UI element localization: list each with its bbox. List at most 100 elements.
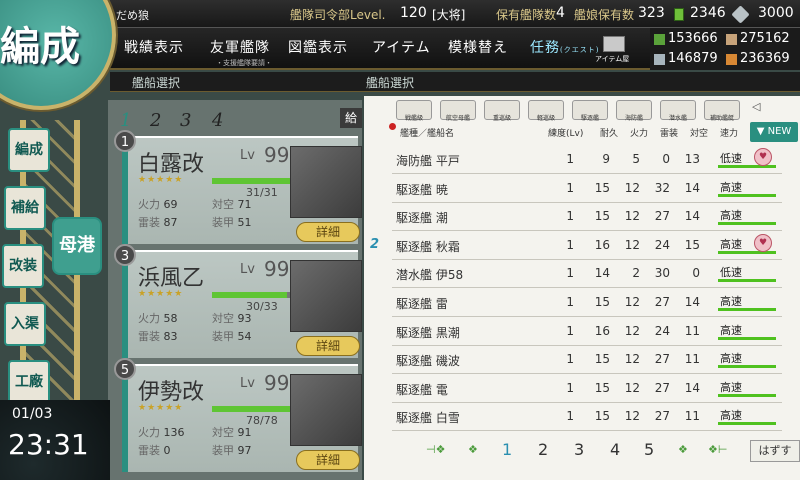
home-port-button[interactable]: 母港 (52, 217, 102, 275)
nav-remodel[interactable]: 改装 (2, 244, 44, 288)
menu-record[interactable]: 戦績表示 (124, 37, 184, 57)
header-hp: 耐久 (600, 129, 619, 139)
menu-friend-fleet[interactable]: 友軍艦隊 (210, 37, 270, 57)
bucket-count: 2346 (690, 5, 726, 21)
speed-bar (718, 393, 776, 397)
detail-button[interactable]: 詳細 (296, 336, 360, 356)
ship-row[interactable]: 駆逐艦 黒潮 1 16 12 24 11 高速 (392, 318, 782, 346)
heart-lock-icon: ♥ (754, 148, 772, 166)
resource-panel: 153666 275162 146879 236369 (650, 28, 800, 70)
detail-button[interactable]: 詳細 (296, 450, 360, 470)
ship-row[interactable]: 駆逐艦 白雪 1 15 12 27 11 高速 (392, 403, 782, 432)
type-tab[interactable]: 戦艦級 (396, 100, 432, 122)
page-2[interactable]: 2 (538, 440, 548, 459)
type-tab[interactable]: 海防艦 (616, 100, 652, 122)
ship-row[interactable]: 2 駆逐艦 秋霜 1 16 12 24 15 高速 ♥ (370, 232, 782, 260)
torpedo-value: 87 (163, 216, 178, 229)
type-tab[interactable]: 航空母艦 (440, 100, 476, 122)
page-5[interactable]: 5 (644, 440, 654, 459)
level-label: Lv (240, 376, 255, 391)
ship-row-fire: 12 (624, 180, 640, 195)
type-tab[interactable]: 潜水艦 (660, 100, 696, 122)
ship-row[interactable]: 潜水艦 伊58 1 14 2 30 0 低速 (392, 260, 782, 289)
ship-row-aa: 14 (684, 180, 700, 195)
speed-bar (718, 365, 776, 369)
ship-row-hp: 15 (594, 352, 610, 367)
ship-card-1[interactable]: 1 白露改 Lv 99 ★★★★★ 31/31 火力 69 対空 71 雷装 8… (114, 130, 362, 244)
ship-row[interactable]: 駆逐艦 雷 1 15 12 27 14 高速 (392, 289, 782, 317)
ship-row[interactable]: 海防艦 平戸 1 9 5 0 13 低速 ♥ (392, 146, 782, 174)
type-tab[interactable]: 軽巡級 (528, 100, 564, 122)
next-page-icon[interactable]: ❖ (678, 443, 688, 456)
fleet-count: 4 (556, 5, 565, 21)
ship-row[interactable]: 駆逐艦 電 1 15 12 27 14 高速 (392, 375, 782, 403)
menu-furniture[interactable]: 模様替え (448, 37, 508, 57)
shipgirl-count: 323 (638, 5, 665, 21)
ship-row[interactable]: 駆逐艦 磯波 1 15 12 27 11 高速 (392, 346, 782, 375)
ship-row-lv: 1 (566, 380, 574, 395)
top-status-bar: だめ狼 艦隊司令部Level. 120 [大将] 保有艦隊数 4 艦娘保有数 3… (0, 0, 800, 28)
prev-page-icon[interactable]: ❖ (468, 443, 478, 456)
fleet-tab-1[interactable]: 1 (120, 110, 131, 131)
page-3[interactable]: 3 (574, 440, 584, 459)
ship-row-lv: 1 (566, 237, 574, 252)
ship-row-torp: 0 (662, 152, 670, 166)
type-tab[interactable]: 補助艦艇 (704, 100, 740, 122)
collapse-arrow-icon[interactable]: ◁ (752, 100, 760, 113)
menu-quest[interactable]: 任務(クエスト) (530, 37, 599, 57)
nav-organize[interactable]: 編成 (8, 128, 50, 172)
ship-stars: ★★★★★ (138, 289, 184, 299)
page-4[interactable]: 4 (610, 440, 620, 459)
menu-items[interactable]: アイテム (372, 37, 431, 57)
page-1[interactable]: 1 (502, 440, 512, 459)
supply-button[interactable]: 給 (340, 108, 362, 128)
type-tab[interactable]: 重巡級 (484, 100, 520, 122)
fleet-tab-4[interactable]: 4 (212, 110, 223, 131)
ship-row-torp: 27 (654, 295, 670, 309)
ship-row[interactable]: 駆逐艦 暁 1 15 12 32 14 高速 (392, 175, 782, 203)
fleet-tab-2[interactable]: 2 (150, 110, 161, 131)
bucket-icon (674, 8, 684, 21)
menu-encyclopedia[interactable]: 図鑑表示 (288, 37, 348, 57)
list-header: 艦種／艦船名 練度(Lv) 耐久 火力 雷装 対空 速力 (392, 124, 748, 140)
ship-row-lv: 1 (566, 352, 574, 367)
armor-stat: 装甲 51 (212, 214, 252, 230)
nav-repair[interactable]: 入渠 (4, 302, 46, 346)
ship-row-speed: 高速 (720, 409, 742, 423)
aa-value: 91 (237, 426, 252, 439)
menu-friend-fleet-sub: ・支援艦隊要請・ (216, 59, 272, 67)
steel-amount: 146879 (668, 51, 718, 66)
ship-slot-number: 1 (114, 130, 136, 152)
ship-row-lv: 1 (566, 152, 574, 166)
firepower-label: 火力 (138, 426, 160, 439)
ship-row-aa: 14 (684, 380, 700, 395)
firepower-stat: 火力 136 (138, 424, 185, 440)
first-page-icon[interactable]: ⊣❖ (426, 443, 445, 456)
nav-arsenal[interactable]: 工廠 (8, 360, 50, 404)
ship-row-torp: 27 (654, 209, 670, 224)
bauxite-amount: 236369 (740, 51, 790, 66)
ship-card-3[interactable]: 5 伊勢改 Lv 99 ★★★★★ 78/78 火力 136 対空 91 雷装 … (114, 358, 362, 472)
ship-row-name: 駆逐艦 雷 (396, 297, 448, 311)
torpedo-label: 雷装 (138, 216, 160, 229)
firepower-stat: 火力 69 (138, 196, 178, 212)
speed-bar (718, 193, 776, 197)
item-shop-button[interactable]: アイテム屋 (595, 34, 635, 64)
fleet-tab-3[interactable]: 3 (180, 110, 191, 131)
armor-value: 51 (237, 216, 252, 229)
type-tab[interactable]: 駆逐艦 (572, 100, 608, 122)
ship-row-aa: 13 (684, 152, 700, 166)
last-page-icon[interactable]: ❖⊢ (708, 443, 727, 456)
nav-supply[interactable]: 補給 (4, 186, 46, 230)
ship-row-aa: 14 (684, 295, 700, 309)
ship-card-2[interactable]: 3 浜風乙 Lv 99 ★★★★★ 30/33 火力 58 対空 93 雷装 8… (114, 244, 362, 358)
ship-row-aa: 11 (684, 409, 700, 424)
ship-row[interactable]: 駆逐艦 潮 1 15 12 27 14 高速 (392, 203, 782, 232)
remove-ship-button[interactable]: はずす (750, 440, 800, 462)
ship-stars: ★★★★★ (138, 403, 184, 413)
ship-row-name: 駆逐艦 暁 (396, 182, 448, 197)
ship-row-name: 駆逐艦 白雪 (396, 411, 460, 426)
detail-button[interactable]: 詳細 (296, 222, 360, 242)
sort-dropdown[interactable]: ▼ NEW (750, 122, 798, 142)
ship-row-aa: 11 (684, 352, 700, 367)
